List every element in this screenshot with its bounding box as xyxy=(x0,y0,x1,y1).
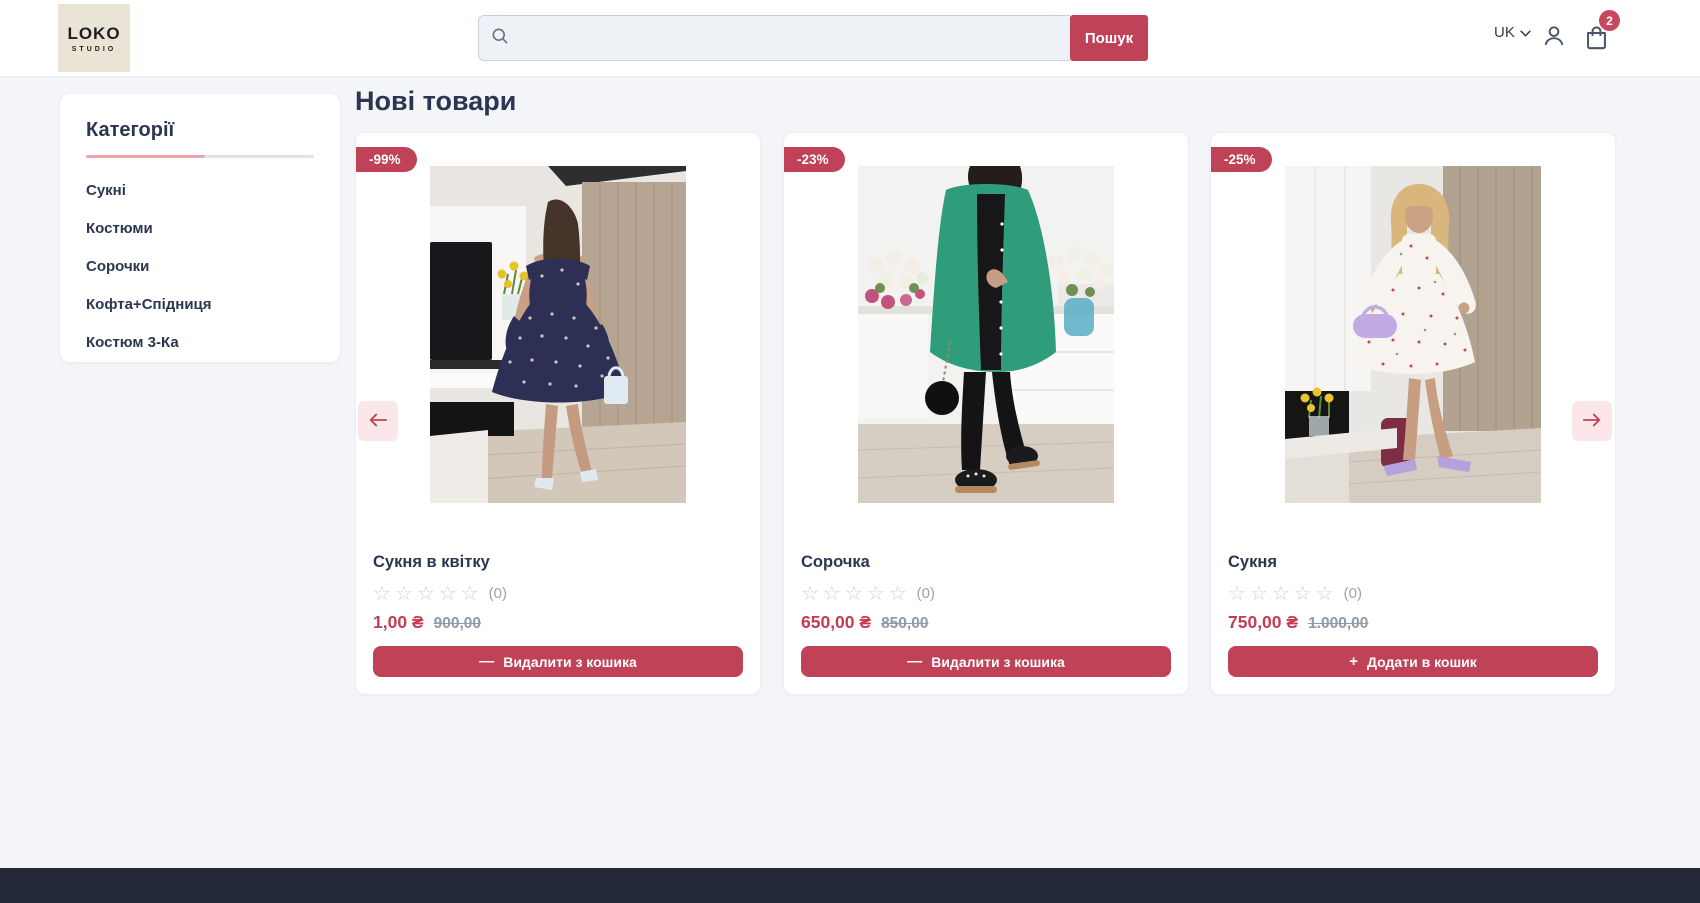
page-title: Нові товари xyxy=(355,86,516,117)
user-icon xyxy=(1541,37,1567,52)
logo-subtext: STUDIO xyxy=(72,46,116,53)
product-prices: 750,00 ₴ 1.000,00 xyxy=(1228,612,1598,633)
sidebar-item-sukni[interactable]: Сукні xyxy=(86,182,314,199)
search-form: Пошук xyxy=(478,15,1148,61)
product-photo[interactable] xyxy=(1285,166,1541,503)
old-price: 900,00 xyxy=(434,615,481,633)
cta-label: Додати в кошик xyxy=(1367,654,1477,670)
sidebar-item-kofta-spidnytsya[interactable]: Кофта+Спідниця xyxy=(86,296,314,313)
cart-count-badge: 2 xyxy=(1599,10,1620,31)
page: LOKO STUDIO Пошук UK xyxy=(0,0,1700,903)
search-field xyxy=(478,15,1070,61)
current-price: 1,00 ₴ xyxy=(373,612,424,633)
discount-badge: -23% xyxy=(784,147,845,172)
remove-from-cart-button[interactable]: — Видалити з кошика xyxy=(801,646,1171,677)
product-photo[interactable] xyxy=(430,166,686,503)
star-rating-icons: ☆☆☆☆☆ xyxy=(373,581,483,606)
rating-count: (0) xyxy=(489,585,507,602)
search-button[interactable]: Пошук xyxy=(1070,15,1148,61)
plus-icon: + xyxy=(1349,653,1358,670)
discount-badge: -99% xyxy=(356,147,417,172)
product-info: Сукня в квітку ☆☆☆☆☆ (0) 1,00 ₴ 900,00 xyxy=(356,553,760,633)
sidebar-title: Категорії xyxy=(86,119,314,142)
carousel-next-button[interactable] xyxy=(1572,401,1612,441)
current-price: 650,00 ₴ xyxy=(801,612,871,633)
product-rating: ☆☆☆☆☆ (0) xyxy=(801,581,1171,606)
language-selector[interactable]: UK xyxy=(1494,24,1531,41)
chevron-down-icon xyxy=(1520,24,1531,41)
product-prices: 1,00 ₴ 900,00 xyxy=(373,612,743,633)
star-rating-icons: ☆☆☆☆☆ xyxy=(1228,581,1338,606)
product-card: -99% xyxy=(355,132,761,695)
minus-icon: — xyxy=(907,653,922,670)
old-price: 850,00 xyxy=(881,615,928,633)
product-name[interactable]: Сукня в квітку xyxy=(373,553,743,572)
logo[interactable]: LOKO STUDIO xyxy=(58,4,130,72)
current-price: 750,00 ₴ xyxy=(1228,612,1298,633)
rating-count: (0) xyxy=(917,585,935,602)
search-input[interactable] xyxy=(510,16,1070,60)
product-name[interactable]: Сукня xyxy=(1228,553,1598,572)
discount-badge: -25% xyxy=(1211,147,1272,172)
add-to-cart-button[interactable]: + Додати в кошик xyxy=(1228,646,1598,677)
cta-label: Видалити з кошика xyxy=(503,654,637,670)
product-card: -23% xyxy=(783,132,1189,695)
sidebar-item-kostyumy[interactable]: Костюми xyxy=(86,220,314,237)
product-card: -25% xyxy=(1210,132,1616,695)
sidebar-item-sorochky[interactable]: Сорочки xyxy=(86,258,314,275)
product-prices: 650,00 ₴ 850,00 xyxy=(801,612,1171,633)
star-rating-icons: ☆☆☆☆☆ xyxy=(801,581,911,606)
logo-text: LOKO xyxy=(67,24,120,44)
product-photo[interactable] xyxy=(858,166,1114,503)
product-name[interactable]: Сорочка xyxy=(801,553,1171,572)
product-rating: ☆☆☆☆☆ (0) xyxy=(1228,581,1598,606)
product-info: Сорочка ☆☆☆☆☆ (0) 650,00 ₴ 850,00 xyxy=(784,553,1188,633)
old-price: 1.000,00 xyxy=(1308,615,1368,633)
remove-from-cart-button[interactable]: — Видалити з кошика xyxy=(373,646,743,677)
rating-count: (0) xyxy=(1344,585,1362,602)
product-rating: ☆☆☆☆☆ (0) xyxy=(373,581,743,606)
minus-icon: — xyxy=(479,653,494,670)
header: LOKO STUDIO Пошук UK xyxy=(0,0,1700,76)
sidebar-item-kostyum-3ka[interactable]: Костюм 3-Ка xyxy=(86,334,314,351)
cta-label: Видалити з кошика xyxy=(931,654,1065,670)
arrow-right-icon xyxy=(1582,412,1602,431)
footer xyxy=(0,868,1700,903)
product-info: Сукня ☆☆☆☆☆ (0) 750,00 ₴ 1.000,00 xyxy=(1211,553,1615,633)
account-button[interactable] xyxy=(1541,23,1567,52)
categories-sidebar: Категорії Сукні Костюми Сорочки Кофта+Сп… xyxy=(60,94,340,362)
search-icon xyxy=(490,26,510,51)
sidebar-divider xyxy=(86,155,314,158)
carousel-prev-button[interactable] xyxy=(358,401,398,441)
category-list: Сукні Костюми Сорочки Кофта+Спідниця Кос… xyxy=(86,182,314,351)
language-label: UK xyxy=(1494,24,1515,41)
shopping-bag-icon xyxy=(1583,39,1610,54)
arrow-left-icon xyxy=(368,412,388,431)
